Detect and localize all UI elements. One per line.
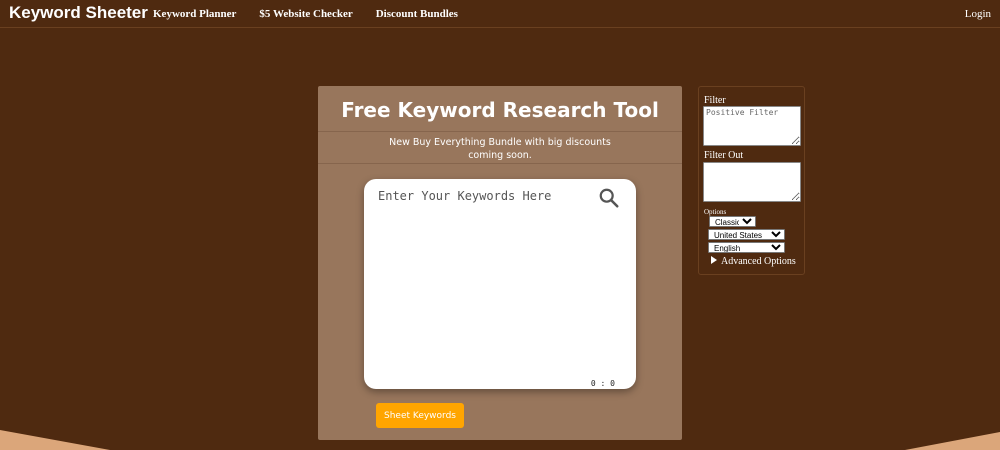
search-icon[interactable]	[598, 187, 620, 209]
advanced-options-toggle[interactable]: Advanced Options	[711, 256, 796, 267]
background-wave-right	[905, 432, 1000, 450]
page-title: Free Keyword Research Tool	[341, 98, 659, 122]
filter-out-label: Filter Out	[704, 150, 744, 161]
positive-filter-input[interactable]	[703, 106, 801, 146]
brand-logo-link[interactable]: Keyword Sheeter	[9, 4, 148, 22]
keyword-counter: 0 : 0	[590, 379, 615, 388]
nav-links: Keyword Planner $5 Website Checker Disco…	[153, 8, 458, 20]
nav-link-discount-bundles[interactable]: Discount Bundles	[376, 8, 458, 20]
options-sidebar: Filter Filter Out Options Classic United…	[698, 86, 805, 275]
sheet-keywords-button[interactable]: Sheet Keywords	[376, 403, 464, 428]
negative-filter-input[interactable]	[703, 162, 801, 202]
announcement-divider	[318, 163, 682, 164]
mode-select[interactable]: Classic	[709, 216, 756, 227]
keyword-input-card: 0 : 0	[364, 179, 636, 389]
language-select[interactable]: English	[708, 242, 785, 253]
options-label: Options	[704, 208, 727, 216]
title-divider	[318, 131, 682, 132]
advanced-options-label: Advanced Options	[721, 256, 796, 267]
keyword-tool-panel: Free Keyword Research Tool New Buy Every…	[318, 86, 682, 440]
nav-link-keyword-planner[interactable]: Keyword Planner	[153, 8, 236, 20]
country-select[interactable]: United States	[708, 229, 785, 240]
filter-label: Filter	[704, 95, 726, 106]
top-navbar: Keyword Sheeter Keyword Planner $5 Websi…	[0, 0, 1000, 28]
background-wave-left	[0, 430, 110, 450]
login-link[interactable]: Login	[965, 8, 991, 20]
announcement-text: New Buy Everything Bundle with big disco…	[389, 137, 611, 161]
keyword-input[interactable]	[378, 189, 588, 369]
nav-link-website-checker[interactable]: $5 Website Checker	[259, 8, 352, 20]
disclosure-triangle-icon	[711, 256, 717, 264]
